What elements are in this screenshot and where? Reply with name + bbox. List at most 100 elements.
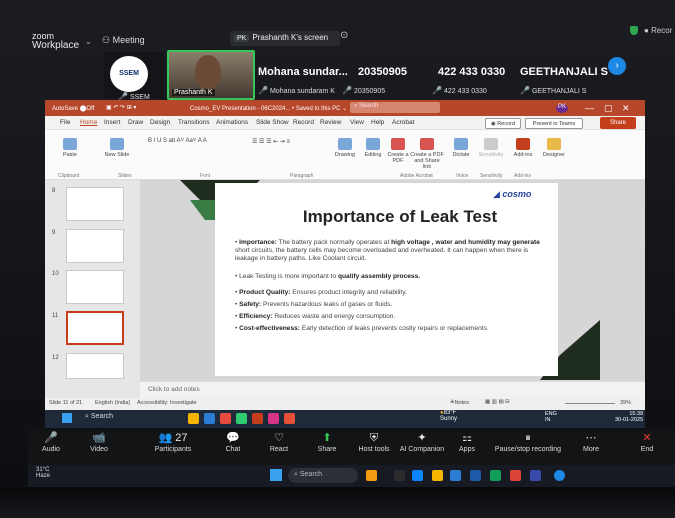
more-options-icon[interactable]: ⊙ [340, 30, 348, 41]
shield-icon: ⛨ [369, 432, 379, 444]
slide-thumbnail-selected[interactable] [66, 311, 124, 345]
edge-icon[interactable] [412, 470, 423, 481]
end-button[interactable]: ✕ End [632, 432, 662, 453]
shared-screen-label[interactable]: PK Prashanth K's screen [230, 31, 340, 46]
powerpoint-icon[interactable] [252, 413, 263, 424]
bullet-importance: • Importance: The battery pack normally … [235, 239, 540, 263]
minimize-icon[interactable]: — [585, 103, 594, 113]
app-icon[interactable] [470, 470, 481, 481]
more-button[interactable]: ⋯ More [576, 432, 606, 453]
react-button[interactable]: ♡ React [264, 432, 294, 453]
app-icon[interactable] [236, 413, 247, 424]
slide-thumbnail[interactable] [66, 270, 124, 304]
tab-home[interactable]: Home [80, 119, 97, 126]
slide-thumbnail[interactable] [66, 187, 124, 221]
record-button[interactable]: ◉ Record [485, 118, 521, 129]
share-button[interactable]: Share [600, 117, 636, 129]
app-icon[interactable] [220, 413, 231, 424]
weather-widget[interactable]: 31°C Haze [36, 467, 50, 479]
user-avatar[interactable]: PK [556, 104, 568, 113]
app-icon[interactable] [268, 413, 279, 424]
app-icon[interactable] [284, 413, 295, 424]
create-pdf-share-button[interactable]: Create a PDF and Share link [410, 138, 444, 170]
sensitivity-button[interactable]: Sensitivity [476, 138, 506, 158]
restore-icon[interactable]: ▢ [604, 103, 613, 114]
chevron-down-icon[interactable]: ⌄ [85, 37, 92, 46]
app-icon[interactable] [394, 470, 405, 481]
apps-button[interactable]: ⚏ Apps [452, 432, 482, 453]
chat-button[interactable]: 💬 Chat [218, 432, 248, 453]
tab-record[interactable]: Record [293, 119, 314, 126]
word-icon[interactable] [450, 470, 461, 481]
quick-access-icons[interactable]: ▣ ↶ ↷ ⊞ ▾ [106, 104, 136, 111]
drawing-button[interactable]: Drawing [332, 138, 358, 158]
autosave-label[interactable]: AutoSave ⬤Off [52, 105, 94, 112]
tab-slideshow[interactable]: Slide Show [256, 119, 289, 126]
notes-toggle[interactable]: ≜Notes [450, 400, 469, 406]
zoom-app-icon[interactable] [554, 470, 565, 481]
ai-companion-button[interactable]: ✦ AI Companion [398, 432, 446, 453]
tab-insert[interactable]: Insert [104, 119, 120, 126]
chrome-icon[interactable] [510, 470, 521, 481]
shield-icon [630, 26, 638, 35]
audio-button[interactable]: 🎤 Audio [36, 432, 66, 453]
present-in-teams-button[interactable]: Present in Teams [525, 118, 583, 129]
tab-transitions[interactable]: Transitions [178, 119, 210, 126]
group-add-ins: Add-ins [514, 173, 531, 179]
participants-button[interactable]: 👥 27 Participants [148, 432, 198, 453]
add-ins-button[interactable]: Add-ins [510, 138, 536, 158]
share-screen-button[interactable]: ⬆ Share [312, 432, 342, 453]
view-buttons[interactable]: ▦ ▥ ▤ ⊟ [485, 399, 510, 405]
chat-icon: 💬 [226, 432, 240, 444]
search-input[interactable]: ⌕ Search [288, 468, 358, 483]
language-indicator[interactable]: English (India) [95, 400, 130, 406]
participant-name: GEETHANJALI S [520, 66, 609, 78]
participant-name: 422 433 0330 [438, 66, 506, 78]
slide-thumbnail[interactable] [66, 229, 124, 263]
participant-sub: 🎤 Mohana sundaram K [258, 86, 335, 95]
next-page-icon[interactable]: › [608, 57, 626, 75]
muted-mic-icon: 🎤 [44, 432, 58, 444]
tab-acrobat[interactable]: Acrobat [392, 119, 414, 126]
host-tools-button[interactable]: ⛨ Host tools [352, 432, 396, 453]
font-controls[interactable]: B I U S ab A˅ Aa˅ A A [148, 138, 228, 144]
tab-view[interactable]: View [350, 119, 364, 126]
create-pdf-button[interactable]: Create a PDF [387, 138, 409, 164]
windows-start-icon[interactable] [62, 413, 72, 423]
pause-recording-button[interactable]: ⏸ Pause/stop recording [490, 432, 566, 453]
recording-indicator: ● Recor [644, 26, 673, 35]
dictate-button[interactable]: Dictate [450, 138, 472, 158]
tab-file[interactable]: File [60, 119, 70, 126]
tab-help[interactable]: Help [371, 119, 384, 126]
windows-start-icon[interactable] [270, 469, 282, 481]
tab-animations[interactable]: Animations [216, 119, 248, 126]
accessibility-status[interactable]: Accessibility: Investigate [137, 400, 197, 406]
notes-pane[interactable]: Click to add notes [140, 381, 645, 398]
editing-button[interactable]: Editing [360, 138, 386, 158]
app-icon[interactable] [188, 413, 199, 424]
zoom-slider[interactable] [565, 403, 615, 404]
search-input[interactable]: ⌕ Search [350, 102, 440, 113]
language-indicator[interactable]: ENG IN [545, 411, 557, 423]
taskbar-search[interactable]: ⌕ Search [85, 413, 113, 421]
bullet-quality: • Product Quality: Ensures product integ… [235, 289, 407, 296]
video-button[interactable]: 📹 Video [84, 432, 114, 453]
app-icon[interactable] [204, 413, 215, 424]
excel-icon[interactable] [490, 470, 501, 481]
app-icon[interactable] [530, 470, 541, 481]
close-icon[interactable]: ✕ [622, 103, 630, 114]
tab-review[interactable]: Review [320, 119, 341, 126]
slide-thumbnail[interactable] [66, 353, 124, 379]
new-slide-button[interactable]: New Slide [104, 138, 130, 158]
app-icon[interactable] [366, 470, 377, 481]
weather-widget[interactable]: ●83°F Sunny [440, 410, 457, 422]
current-slide[interactable]: ◢ cosmo Importance of Leak Test • Import… [215, 183, 558, 376]
designer-button[interactable]: Designer [540, 138, 568, 158]
file-explorer-icon[interactable] [432, 470, 443, 481]
meeting-menu[interactable]: ⚇ Meeting [102, 35, 145, 46]
paragraph-controls[interactable]: ☰ ☰ ☰ ⇤ ⇥ ≡ [252, 138, 322, 145]
tab-draw[interactable]: Draw [128, 119, 143, 126]
paste-button[interactable]: Paste [58, 138, 82, 158]
more-icon: ⋯ [585, 432, 597, 444]
tab-design[interactable]: Design [150, 119, 170, 126]
